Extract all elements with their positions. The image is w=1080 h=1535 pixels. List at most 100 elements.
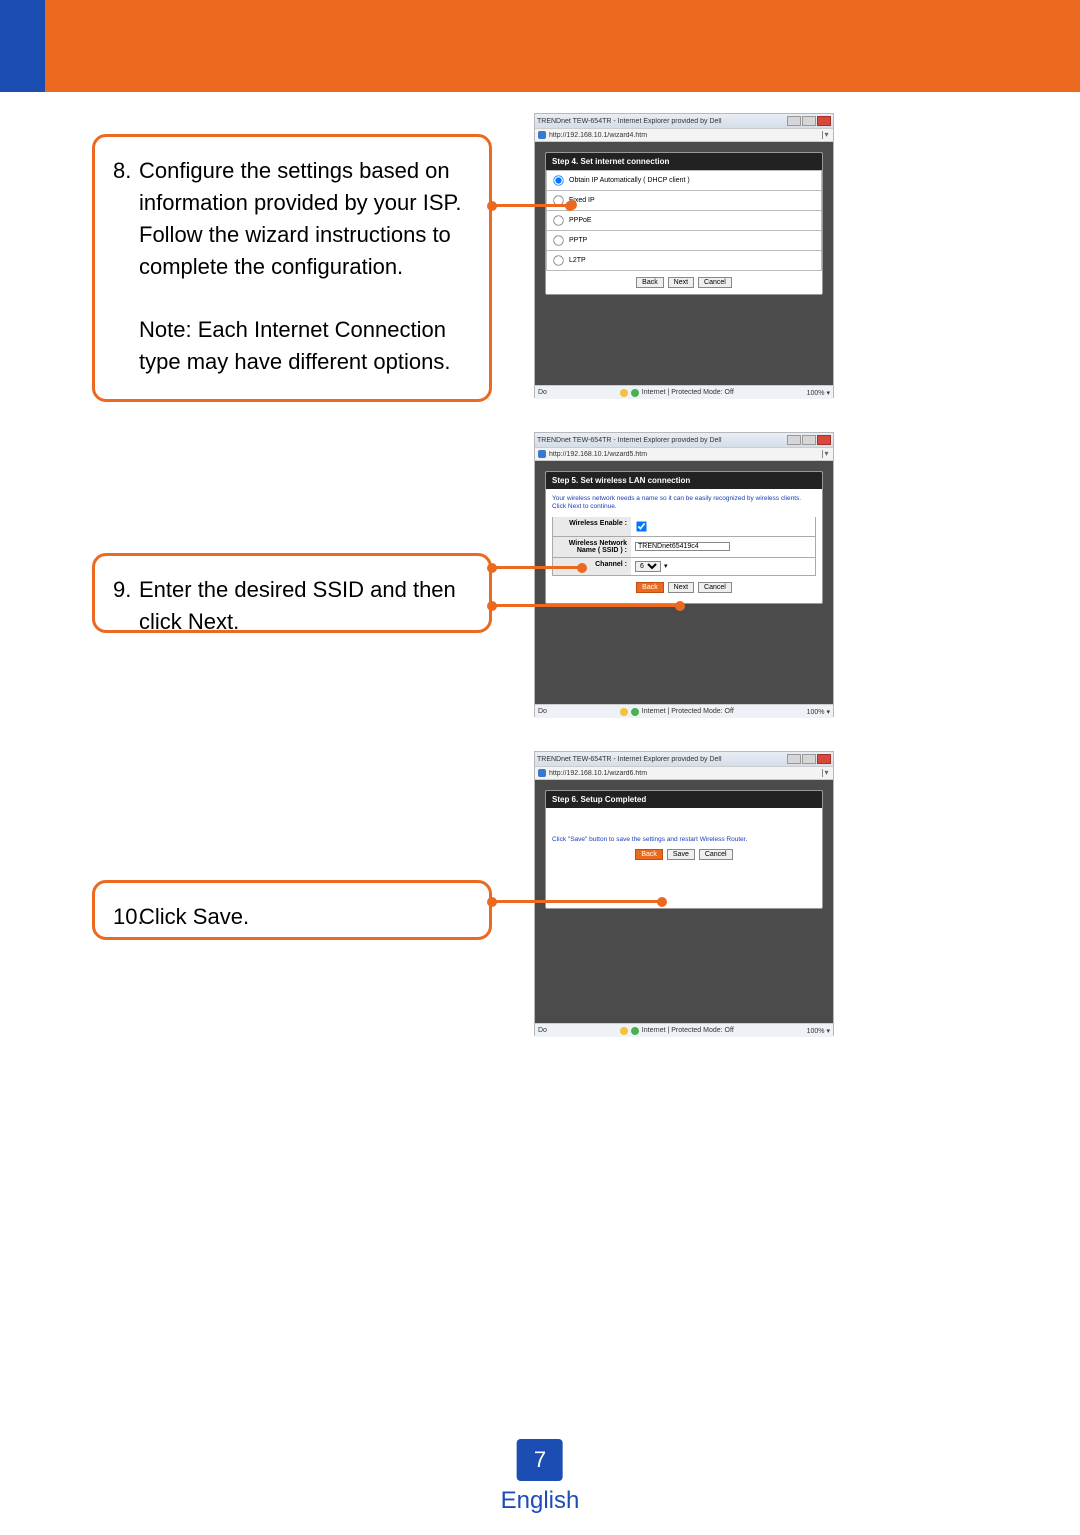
cancel-button[interactable]: Cancel xyxy=(698,582,732,593)
page-language: English xyxy=(501,1487,580,1515)
wizard-panel: Step 5. Set wireless LAN connection Your… xyxy=(545,471,823,604)
maximize-icon[interactable] xyxy=(802,116,816,126)
dropdown-icon[interactable]: ▾ xyxy=(822,769,830,777)
connector-line xyxy=(492,566,582,569)
radio-icon[interactable] xyxy=(553,255,563,265)
connector-line xyxy=(492,204,570,207)
screenshot-step-4: TRENDnet TEW-654TR - Internet Explorer p… xyxy=(534,113,834,398)
option-label: PPTP xyxy=(569,237,587,244)
wizard-panel: Step 4. Set internet connection Obtain I… xyxy=(545,152,823,295)
zoom-level[interactable]: 100% ▾ xyxy=(807,389,830,397)
url-text[interactable]: http://192.168.10.1/wizard5.htm xyxy=(549,451,819,458)
maximize-icon[interactable] xyxy=(802,435,816,445)
cancel-button[interactable]: Cancel xyxy=(699,849,733,860)
next-button[interactable]: Next xyxy=(668,582,694,593)
connection-option[interactable]: PPTP xyxy=(546,231,822,251)
window-title: TRENDnet TEW-654TR - Internet Explorer p… xyxy=(537,437,722,444)
url-text[interactable]: http://192.168.10.1/wizard6.htm xyxy=(549,770,819,777)
minimize-icon[interactable] xyxy=(787,435,801,445)
page-number: 7 xyxy=(517,1439,563,1481)
back-button[interactable]: Back xyxy=(635,849,663,860)
screenshot-step-6: TRENDnet TEW-654TR - Internet Explorer p… xyxy=(534,751,834,1036)
page-footer: 7 English xyxy=(501,1439,580,1515)
page-content: Step 5. Set wireless LAN connection Your… xyxy=(535,461,833,704)
field-label: Wireless Network Name ( SSID ) : xyxy=(553,537,631,557)
dropdown-icon[interactable]: ▾ xyxy=(822,131,830,139)
url-text[interactable]: http://192.168.10.1/wizard4.htm xyxy=(549,132,819,139)
status-text: Internet | Protected Mode: Off xyxy=(642,708,734,715)
back-button[interactable]: Back xyxy=(636,582,664,593)
maximize-icon[interactable] xyxy=(802,754,816,764)
connection-option[interactable]: Fixed IP xyxy=(546,191,822,211)
radio-icon[interactable] xyxy=(553,235,563,245)
instruction-step-9: 9. Enter the desired SSID and then click… xyxy=(92,553,492,633)
option-label: PPPoE xyxy=(569,217,592,224)
step-note: Note: Each Internet Connection type may … xyxy=(139,317,450,374)
dropdown-icon[interactable]: ▾ xyxy=(822,450,830,458)
close-icon[interactable] xyxy=(817,754,831,764)
step-number: 10. xyxy=(113,901,139,933)
zoom-level[interactable]: 100% ▾ xyxy=(807,708,830,716)
connection-option[interactable]: L2TP xyxy=(546,251,822,271)
window-titlebar: TRENDnet TEW-654TR - Internet Explorer p… xyxy=(535,752,833,766)
next-button[interactable]: Next xyxy=(668,277,694,288)
status-text: Internet | Protected Mode: Off xyxy=(642,389,734,396)
panel-heading: Step 6. Setup Completed xyxy=(546,791,822,808)
window-title: TRENDnet TEW-654TR - Internet Explorer p… xyxy=(537,118,722,125)
button-row: Back Next Cancel xyxy=(552,576,816,599)
field-label: Wireless Enable : xyxy=(553,517,631,536)
option-label: Obtain IP Automatically ( DHCP client ) xyxy=(569,177,690,184)
security-icon xyxy=(620,1027,628,1035)
address-bar: http://192.168.10.1/wizard4.htm ▾ xyxy=(535,128,833,142)
button-row: Back Save Cancel xyxy=(552,843,816,866)
panel-heading: Step 5. Set wireless LAN connection xyxy=(546,472,822,489)
connection-option[interactable]: Obtain IP Automatically ( DHCP client ) xyxy=(546,170,822,191)
instruction-step-8: 8. Configure the settings based on infor… xyxy=(92,134,492,402)
panel-description: Your wireless network needs a name so it… xyxy=(552,493,816,517)
save-button[interactable]: Save xyxy=(667,849,695,860)
globe-icon xyxy=(631,1027,639,1035)
favicon-icon xyxy=(538,131,546,139)
connector-line xyxy=(492,900,662,903)
close-icon[interactable] xyxy=(817,435,831,445)
status-bar: Do Internet | Protected Mode: Off 100% ▾ xyxy=(535,704,833,718)
zoom-level[interactable]: 100% ▾ xyxy=(807,1027,830,1035)
panel-description: Click "Save" button to save the settings… xyxy=(552,836,816,843)
status-bar: Do Internet | Protected Mode: Off 100% ▾ xyxy=(535,385,833,399)
connector-line xyxy=(492,604,680,607)
radio-icon[interactable] xyxy=(553,215,563,225)
status-left: Do xyxy=(538,389,547,396)
panel-heading: Step 4. Set internet connection xyxy=(546,153,822,170)
ssid-input[interactable] xyxy=(635,542,730,551)
instruction-step-10: 10. Click Save. xyxy=(92,880,492,940)
close-icon[interactable] xyxy=(817,116,831,126)
connection-option[interactable]: PPPoE xyxy=(546,211,822,231)
status-text: Internet | Protected Mode: Off xyxy=(642,1027,734,1034)
cancel-button[interactable]: Cancel xyxy=(698,277,732,288)
globe-icon xyxy=(631,389,639,397)
status-left: Do xyxy=(538,1027,547,1034)
config-ssid: Wireless Network Name ( SSID ) : xyxy=(552,537,816,558)
favicon-icon xyxy=(538,769,546,777)
config-wireless-enable: Wireless Enable : xyxy=(552,517,816,537)
window-titlebar: TRENDnet TEW-654TR - Internet Explorer p… xyxy=(535,433,833,447)
wizard-panel: Step 6. Setup Completed Click "Save" but… xyxy=(545,790,823,909)
screenshot-step-5: TRENDnet TEW-654TR - Internet Explorer p… xyxy=(534,432,834,717)
channel-select[interactable]: 6 xyxy=(635,561,661,572)
header-accent xyxy=(0,0,45,92)
address-bar: http://192.168.10.1/wizard5.htm ▾ xyxy=(535,447,833,461)
minimize-icon[interactable] xyxy=(787,116,801,126)
globe-icon xyxy=(631,708,639,716)
radio-icon[interactable] xyxy=(553,175,563,185)
back-button[interactable]: Back xyxy=(636,277,664,288)
security-icon xyxy=(620,389,628,397)
page-content: Step 4. Set internet connection Obtain I… xyxy=(535,142,833,385)
security-icon xyxy=(620,708,628,716)
button-row: Back Next Cancel xyxy=(546,271,822,294)
header-banner xyxy=(0,0,1080,92)
minimize-icon[interactable] xyxy=(787,754,801,764)
favicon-icon xyxy=(538,450,546,458)
address-bar: http://192.168.10.1/wizard6.htm ▾ xyxy=(535,766,833,780)
wireless-enable-checkbox[interactable] xyxy=(636,521,646,531)
window-title: TRENDnet TEW-654TR - Internet Explorer p… xyxy=(537,756,722,763)
